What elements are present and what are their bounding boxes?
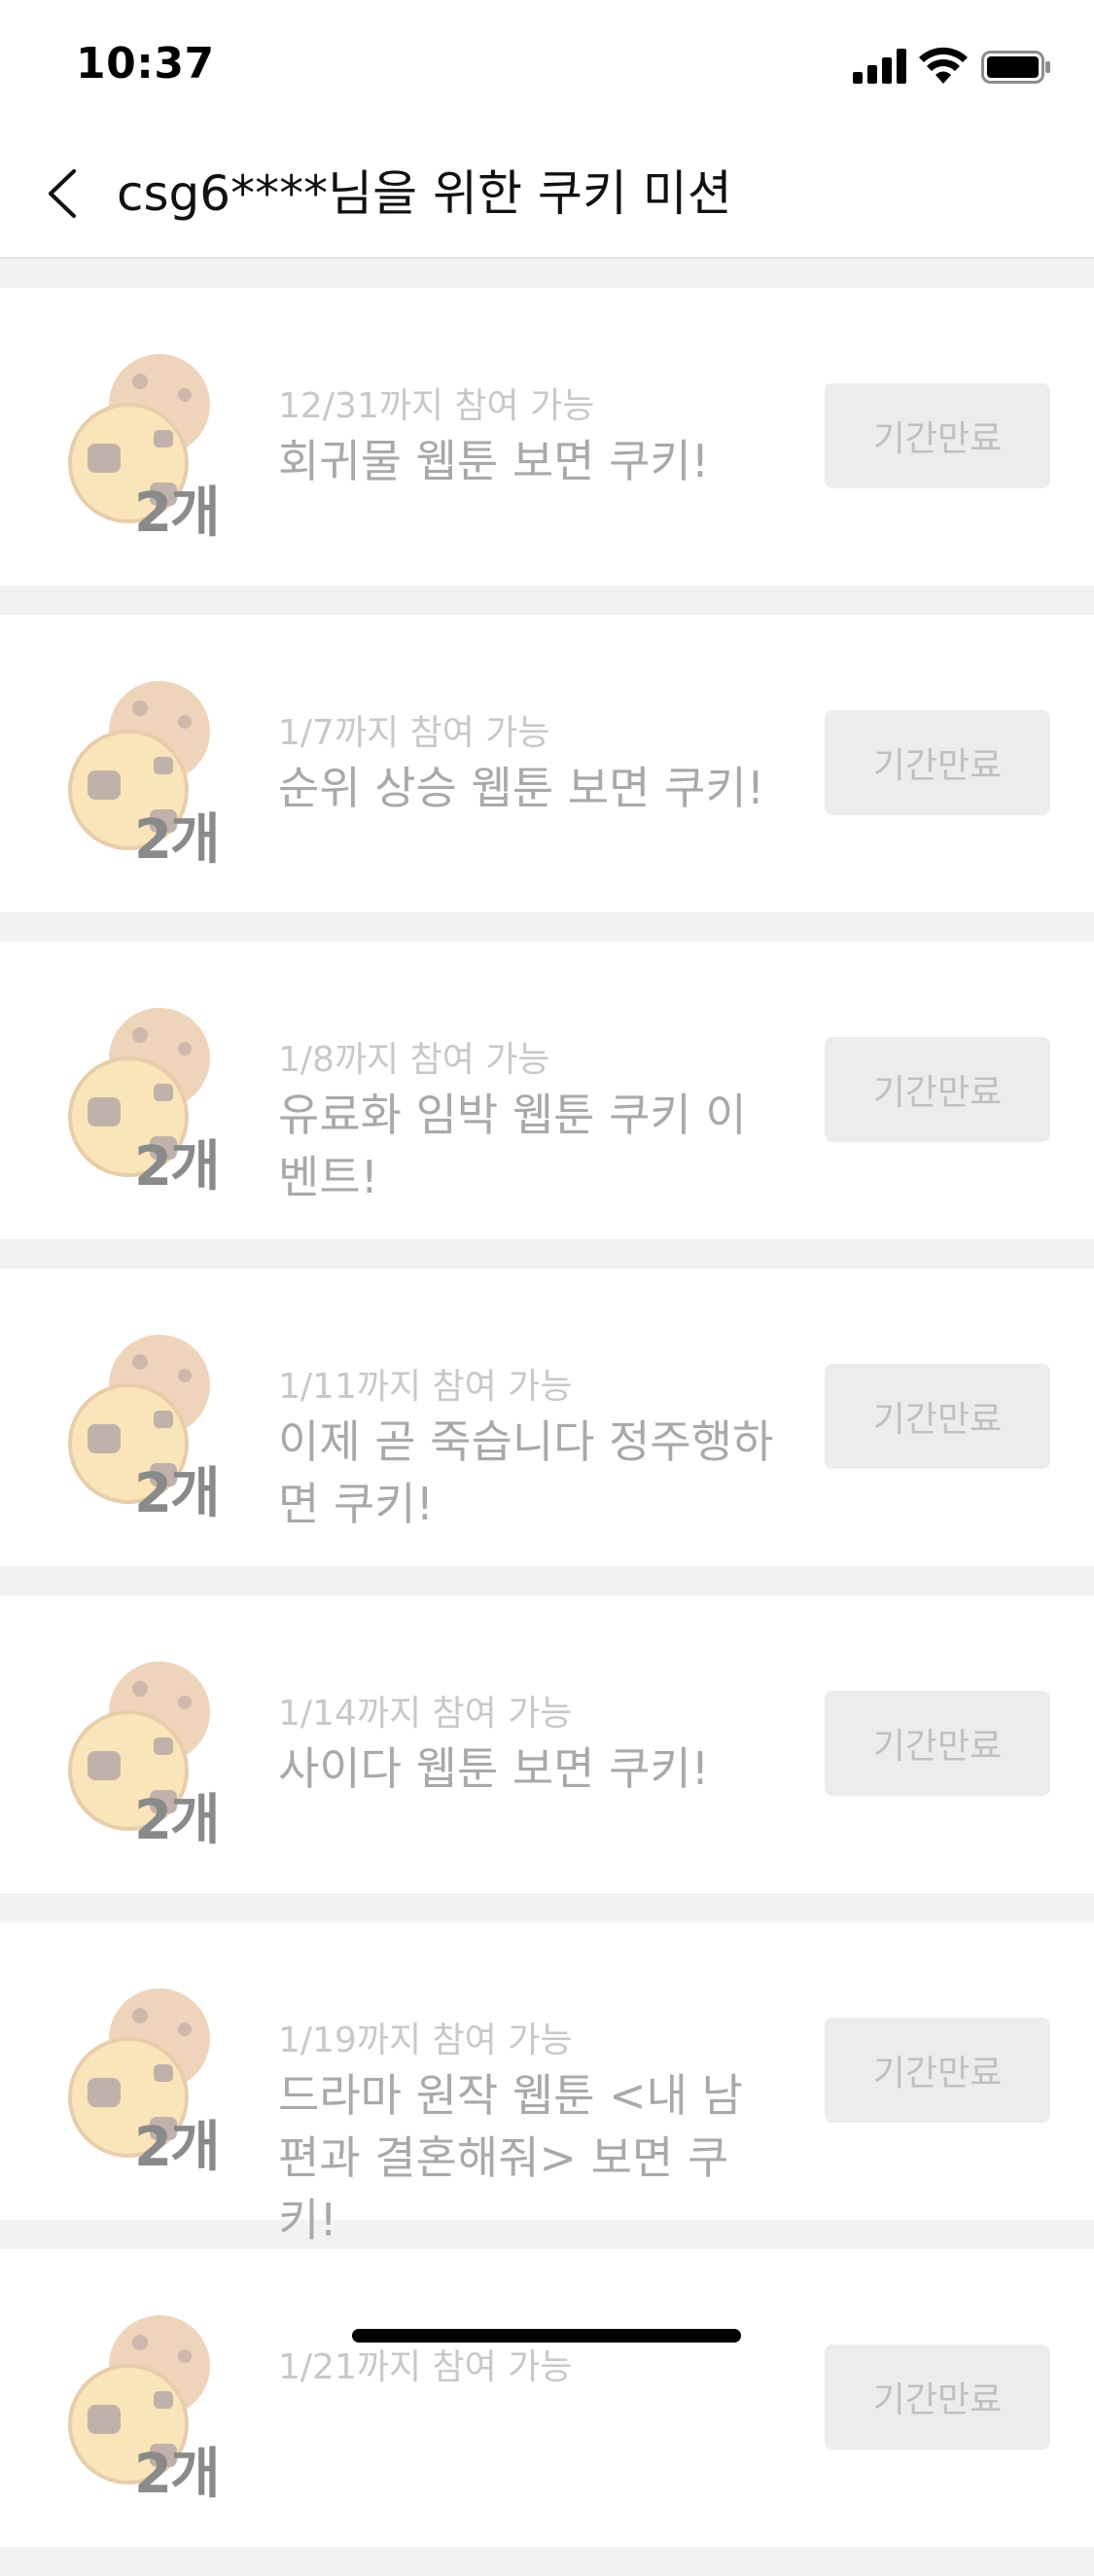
mission-title: 순위 상승 웹툰 보면 쿠키! [278,762,765,814]
expired-button[interactable]: 기간만료 [825,2018,1050,2123]
mission-title: 사이다 웹툰 보면 쿠키! [278,1742,710,1795]
mission-title: 이제 곧 죽습니다 정주행하면 쿠키! [278,1415,774,1530]
cellular-signal-icon [853,49,906,84]
mission-list: 2개 12/31까지 참여 가능회귀물 웹툰 보면 쿠키! 기간만료 2개 1/7까지… [0,288,1094,2576]
expired-button[interactable]: 기간만료 [825,383,1050,488]
mission-card: 2개 1/14까지 참여 가능사이다 웹툰 보면 쿠키! 기간만료 [0,1595,1094,1893]
expired-button[interactable]: 기간만료 [825,2344,1050,2450]
cookie-count-badge: 2개 [134,1462,220,1525]
mission-card: 2개 1/19까지 참여 가능 드라마 원작 웹툰 <내 남편과 결혼해줘> 보면… [0,1922,1094,2246]
expired-button[interactable]: 기간만료 [825,1691,1050,1796]
battery-icon [981,51,1050,84]
mission-deadline: 1/8까지 참여 가능 [278,1040,550,1080]
expired-button[interactable]: 기간만료 [825,1037,1050,1142]
home-indicator[interactable] [352,2329,741,2343]
mission-deadline: 1/11까지 참여 가능 [278,1367,573,1407]
mission-card: 2개 12/31까지 참여 가능회귀물 웹툰 보면 쿠키! 기간만료 [0,288,1094,586]
mission-deadline: 1/7까지 참여 가능 [278,713,550,753]
status-time: 10:37 [76,39,215,89]
expired-button[interactable]: 기간만료 [825,710,1050,815]
mission-card: 2개 1/11까지 참여 가능이제 곧 죽습니다 정주행하면 쿠키! 기간만료 [0,1269,1094,1566]
wifi-icon [919,47,968,84]
mission-deadline: 1/21까지 참여 가능 [278,2347,573,2387]
cookie-count-badge: 2개 [134,808,220,872]
mission-title: 드라마 원작 웹툰 <내 남편과 결혼해줘> 보면 쿠키! [278,2069,743,2246]
mission-card: 2개 1/8까지 참여 가능유료화 임박 웹툰 쿠키 이벤트! 기간만료 [0,942,1094,1239]
cookie-count-badge: 2개 [134,2116,220,2179]
cookie-count-badge: 2개 [134,2443,220,2506]
chevron-left-icon[interactable] [41,163,86,224]
cookie-count-badge: 2개 [134,1135,220,1199]
status-bar: 10:37 [0,0,1094,130]
mission-title: 회귀물 웹툰 보면 쿠키! [278,435,710,487]
mission-deadline: 1/19까지 참여 가능 [278,2021,573,2060]
page-title: csg6****님을 위한 쿠키 미션 [117,165,732,222]
mission-deadline: 12/31까지 참여 가능 [278,386,595,426]
expired-button[interactable]: 기간만료 [825,1364,1050,1469]
mission-deadline: 1/14까지 참여 가능 [278,1694,573,1734]
mission-title: 유료화 임박 웹툰 쿠키 이벤트! [278,1089,747,1203]
mission-card: 2개 1/7까지 참여 가능순위 상승 웹툰 보면 쿠키! 기간만료 [0,615,1094,912]
cookie-count-badge: 2개 [134,482,220,545]
mission-card: 2개 1/21까지 참여 가능 기간만료 [0,2249,1094,2547]
cookie-count-badge: 2개 [134,1789,220,1852]
nav-bar: csg6****님을 위한 쿠키 미션 [0,130,1094,259]
